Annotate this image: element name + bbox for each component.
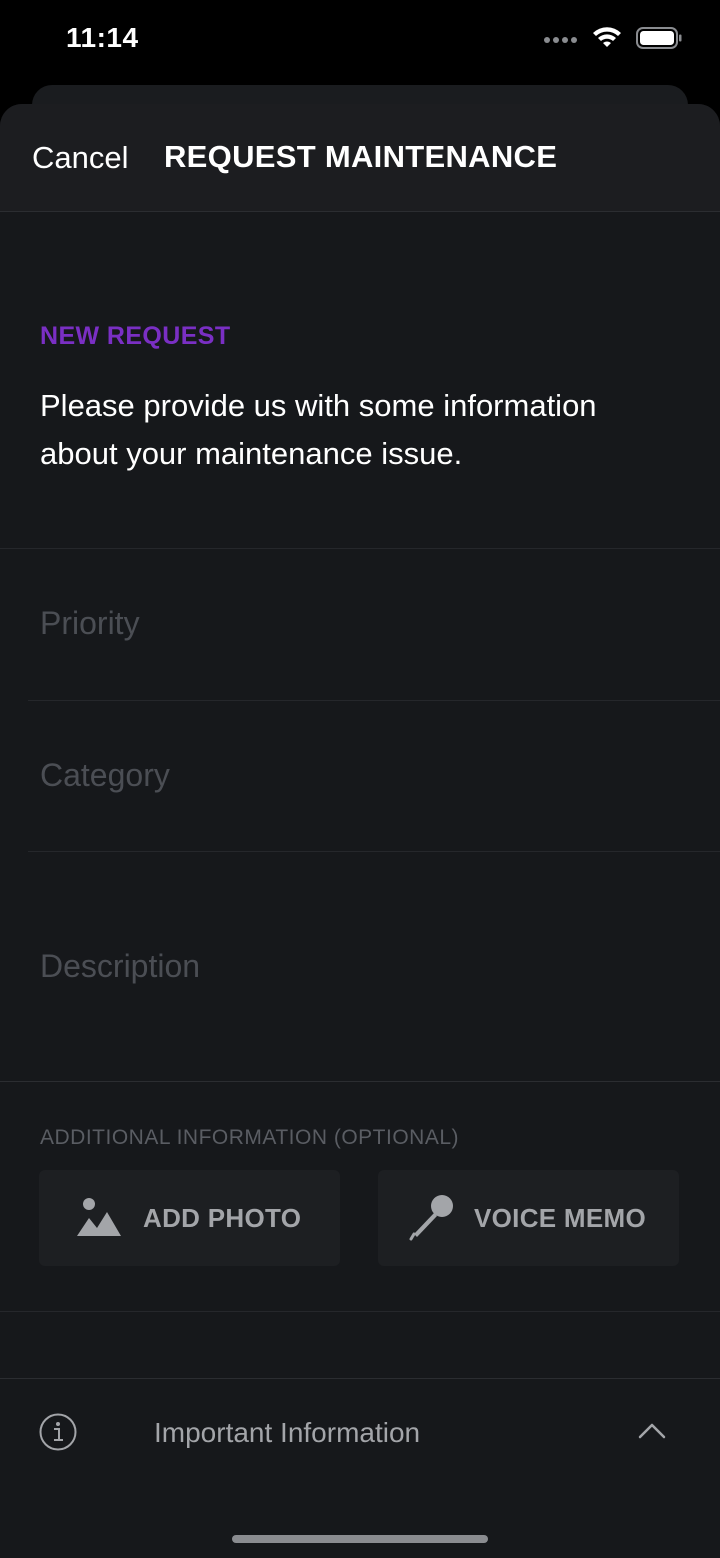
microphone-icon <box>408 1192 458 1247</box>
section-eyebrow: NEW REQUEST <box>40 322 231 350</box>
description-placeholder: Description <box>40 948 201 984</box>
page-title: REQUEST MAINTENANCE <box>164 139 558 174</box>
nav-bar: Cancel REQUEST MAINTENANCE <box>0 104 720 212</box>
status-icons <box>544 26 682 54</box>
cancel-button[interactable]: Cancel <box>32 140 129 176</box>
info-icon <box>39 1413 77 1456</box>
category-placeholder: Category <box>40 757 170 793</box>
category-field[interactable]: Category <box>28 701 720 852</box>
priority-placeholder: Priority <box>40 605 140 641</box>
voice-memo-label: VOICE MEMO <box>474 1203 647 1233</box>
intro-text: Please provide us with some information … <box>40 388 597 471</box>
battery-icon <box>636 26 682 54</box>
description-field[interactable]: Description <box>0 852 720 1082</box>
status-bar: 11:14 <box>0 0 720 84</box>
important-information-bar[interactable]: Important Information <box>0 1378 720 1558</box>
additional-info-section: ADDITIONAL INFORMATION (OPTIONAL) ADD PH… <box>0 1082 720 1312</box>
add-photo-label: ADD PHOTO <box>143 1203 302 1233</box>
signal-dots-icon <box>544 31 578 49</box>
status-time: 11:14 <box>66 22 139 53</box>
voice-memo-button[interactable]: VOICE MEMO <box>378 1170 679 1266</box>
home-indicator[interactable] <box>232 1535 488 1543</box>
request-maintenance-sheet: Cancel REQUEST MAINTENANCE NEW REQUEST P… <box>0 104 720 1558</box>
wifi-icon <box>592 26 622 54</box>
additional-info-title: ADDITIONAL INFORMATION (OPTIONAL) <box>40 1126 460 1149</box>
important-information-label: Important Information <box>154 1417 421 1448</box>
photo-icon <box>75 1196 123 1243</box>
priority-field[interactable]: Priority <box>28 549 720 701</box>
intro-section: NEW REQUEST Please provide us with some … <box>0 212 720 549</box>
add-photo-button[interactable]: ADD PHOTO <box>39 1170 340 1266</box>
chevron-up-icon[interactable] <box>638 1421 666 1444</box>
